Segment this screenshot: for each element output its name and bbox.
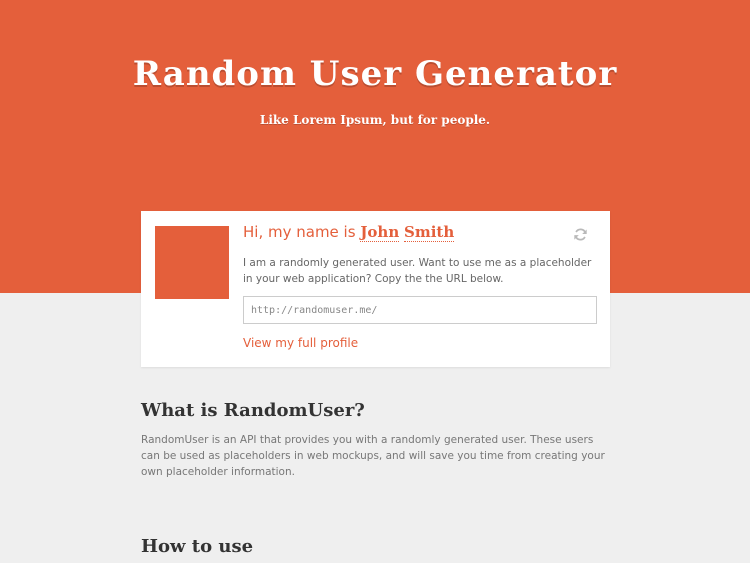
site-tagline: Like Lorem Ipsum, but for people. — [259, 113, 491, 127]
url-field[interactable] — [243, 296, 597, 324]
about-heading: What is RandomUser? — [141, 400, 365, 421]
user-avatar — [155, 226, 229, 299]
user-greeting: Hi, my name is John Smith — [243, 223, 455, 242]
greeting-prefix: Hi, my name is — [243, 223, 361, 241]
refresh-icon[interactable] — [573, 227, 588, 242]
last-name: Smith — [404, 223, 455, 242]
first-name: John — [360, 223, 400, 242]
usage-heading: How to use — [141, 536, 254, 557]
view-profile-link[interactable]: View my full profile — [243, 336, 358, 350]
user-description: I am a randomly generated user. Want to … — [243, 257, 592, 285]
user-card: Hi, my name is John Smith I am a randoml… — [141, 211, 610, 367]
site-title: Random User Generator — [132, 54, 618, 94]
about-body: RandomUser is an API that provides you w… — [141, 434, 605, 478]
